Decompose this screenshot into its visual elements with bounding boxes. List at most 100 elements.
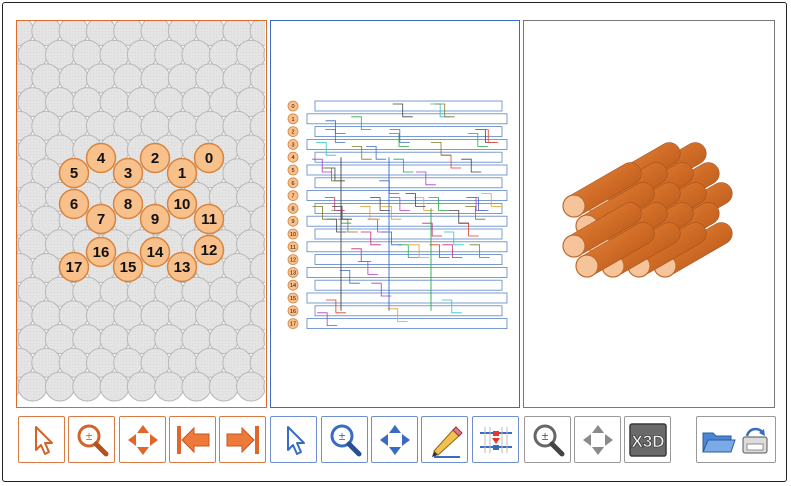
- helix-track[interactable]: [314, 228, 503, 240]
- helix-11[interactable]: 11: [193, 203, 225, 235]
- select-tool-button[interactable]: [18, 416, 65, 463]
- helix-track[interactable]: [314, 279, 503, 291]
- strand-segment[interactable]: [441, 299, 462, 314]
- helix-4[interactable]: 4: [85, 142, 117, 174]
- strand-segment[interactable]: [357, 261, 378, 275]
- zoom-tool-button[interactable]: ±: [68, 416, 115, 463]
- pencil-tool-button[interactable]: [421, 416, 468, 463]
- strand-segment[interactable]: [312, 206, 333, 220]
- strand-segment[interactable]: [316, 142, 337, 156]
- helix-3[interactable]: 3: [112, 157, 144, 189]
- helix-8[interactable]: 8: [112, 188, 144, 220]
- lattice-cell[interactable]: [99, 371, 130, 402]
- previous-slice-button[interactable]: [169, 416, 216, 463]
- strand-segment[interactable]: [398, 244, 419, 258]
- helix-1[interactable]: 1: [166, 157, 198, 189]
- strand-segment[interactable]: [359, 206, 380, 220]
- lattice-cell[interactable]: [17, 371, 48, 402]
- helix-track[interactable]: [314, 126, 503, 137]
- strand-segment[interactable]: [351, 116, 372, 130]
- strand-segment[interactable]: [441, 154, 462, 169]
- open-folder-icon[interactable]: [699, 423, 737, 457]
- path-helix-11[interactable]: 11: [287, 241, 299, 253]
- helix-track[interactable]: [306, 266, 508, 278]
- pan-tool-button[interactable]: [119, 416, 166, 463]
- helix-track[interactable]: [314, 177, 503, 189]
- path-helix-4[interactable]: 4: [287, 151, 299, 163]
- strand-segment[interactable]: [393, 158, 414, 173]
- helix-track[interactable]: [306, 318, 508, 330]
- helix-track[interactable]: [314, 305, 503, 317]
- strand-segment[interactable]: [458, 222, 479, 237]
- lattice-cell[interactable]: [181, 371, 212, 402]
- helix-10[interactable]: 10: [166, 188, 198, 220]
- lattice-cell[interactable]: [44, 371, 75, 402]
- path-helix-5[interactable]: 5: [287, 164, 299, 176]
- strand-segment[interactable]: [321, 167, 342, 182]
- helix-7[interactable]: 7: [85, 203, 117, 235]
- helix-track[interactable]: [306, 190, 508, 202]
- strand-segment[interactable]: [443, 231, 464, 246]
- helix-14[interactable]: 14: [139, 236, 171, 268]
- strand-segment[interactable]: [475, 129, 496, 143]
- strand-segment[interactable]: [461, 158, 482, 173]
- path-helix-7[interactable]: 7: [287, 190, 299, 202]
- strand-segment[interactable]: [405, 193, 426, 207]
- lattice-cell[interactable]: [126, 371, 157, 402]
- strand-segment[interactable]: [381, 206, 402, 220]
- strand-segment[interactable]: [326, 218, 347, 233]
- path-panel[interactable]: 0 1 2 3 4 5 6 7 8 9 10 11 12 13 14 15 16 17: [270, 20, 520, 408]
- lattice-cell[interactable]: [236, 371, 266, 402]
- path-select-button[interactable]: [270, 416, 317, 463]
- path-helix-1[interactable]: 1: [287, 113, 299, 125]
- path-helix-13[interactable]: 13: [287, 266, 299, 278]
- strand-segment[interactable]: [448, 210, 469, 224]
- lattice-cell[interactable]: [208, 371, 239, 402]
- strand-segment[interactable]: [468, 197, 489, 211]
- strand-segment[interactable]: [317, 312, 338, 326]
- strand-segment[interactable]: [351, 146, 372, 160]
- strand-segment[interactable]: [367, 218, 388, 233]
- path-helix-6[interactable]: 6: [287, 177, 299, 189]
- helix-track[interactable]: [306, 139, 508, 150]
- path-helix-8[interactable]: 8: [287, 202, 299, 214]
- strand-segment[interactable]: [434, 103, 455, 118]
- path-helix-14[interactable]: 14: [287, 279, 299, 291]
- strand-segment[interactable]: [431, 142, 452, 156]
- strand-segment[interactable]: [381, 231, 402, 246]
- helix-12[interactable]: 12: [193, 234, 225, 266]
- strand-segment[interactable]: [466, 197, 487, 211]
- strand-segment[interactable]: [469, 244, 490, 258]
- helix-track[interactable]: [306, 241, 508, 253]
- strand-segment[interactable]: [465, 206, 486, 220]
- helix-5[interactable]: 5: [58, 157, 90, 189]
- strand-segment[interactable]: [351, 248, 372, 262]
- path-helix-9[interactable]: 9: [287, 215, 299, 227]
- lattice-cell[interactable]: [72, 371, 103, 402]
- strand-segment[interactable]: [430, 103, 451, 118]
- strand-segment[interactable]: [324, 167, 345, 182]
- path-helix-10[interactable]: 10: [287, 228, 299, 240]
- helix-17[interactable]: 17: [58, 251, 90, 283]
- model-pan-button[interactable]: [574, 416, 621, 463]
- helix-13[interactable]: 13: [166, 251, 198, 283]
- strand-segment[interactable]: [389, 129, 410, 143]
- path-helix-17[interactable]: 17: [287, 318, 299, 330]
- path-helix-12[interactable]: 12: [287, 254, 299, 266]
- strand-segment[interactable]: [428, 197, 449, 211]
- strand-segment[interactable]: [422, 222, 443, 237]
- strand-segment[interactable]: [429, 244, 450, 258]
- strand-segment[interactable]: [467, 133, 488, 147]
- path-helix-0[interactable]: 0: [287, 100, 299, 112]
- path-zoom-button[interactable]: ±: [321, 416, 368, 463]
- path-pan-button[interactable]: [371, 416, 418, 463]
- strand-segment[interactable]: [392, 103, 413, 118]
- strand-segment[interactable]: [360, 231, 381, 246]
- insert-skip-button[interactable]: [472, 416, 519, 463]
- helix-track[interactable]: [306, 292, 508, 304]
- strand-segment[interactable]: [325, 120, 346, 134]
- strand-segment[interactable]: [325, 299, 346, 314]
- helix-6[interactable]: 6: [58, 188, 90, 220]
- path-helix-16[interactable]: 16: [287, 305, 299, 317]
- lattice-cell[interactable]: [154, 371, 185, 402]
